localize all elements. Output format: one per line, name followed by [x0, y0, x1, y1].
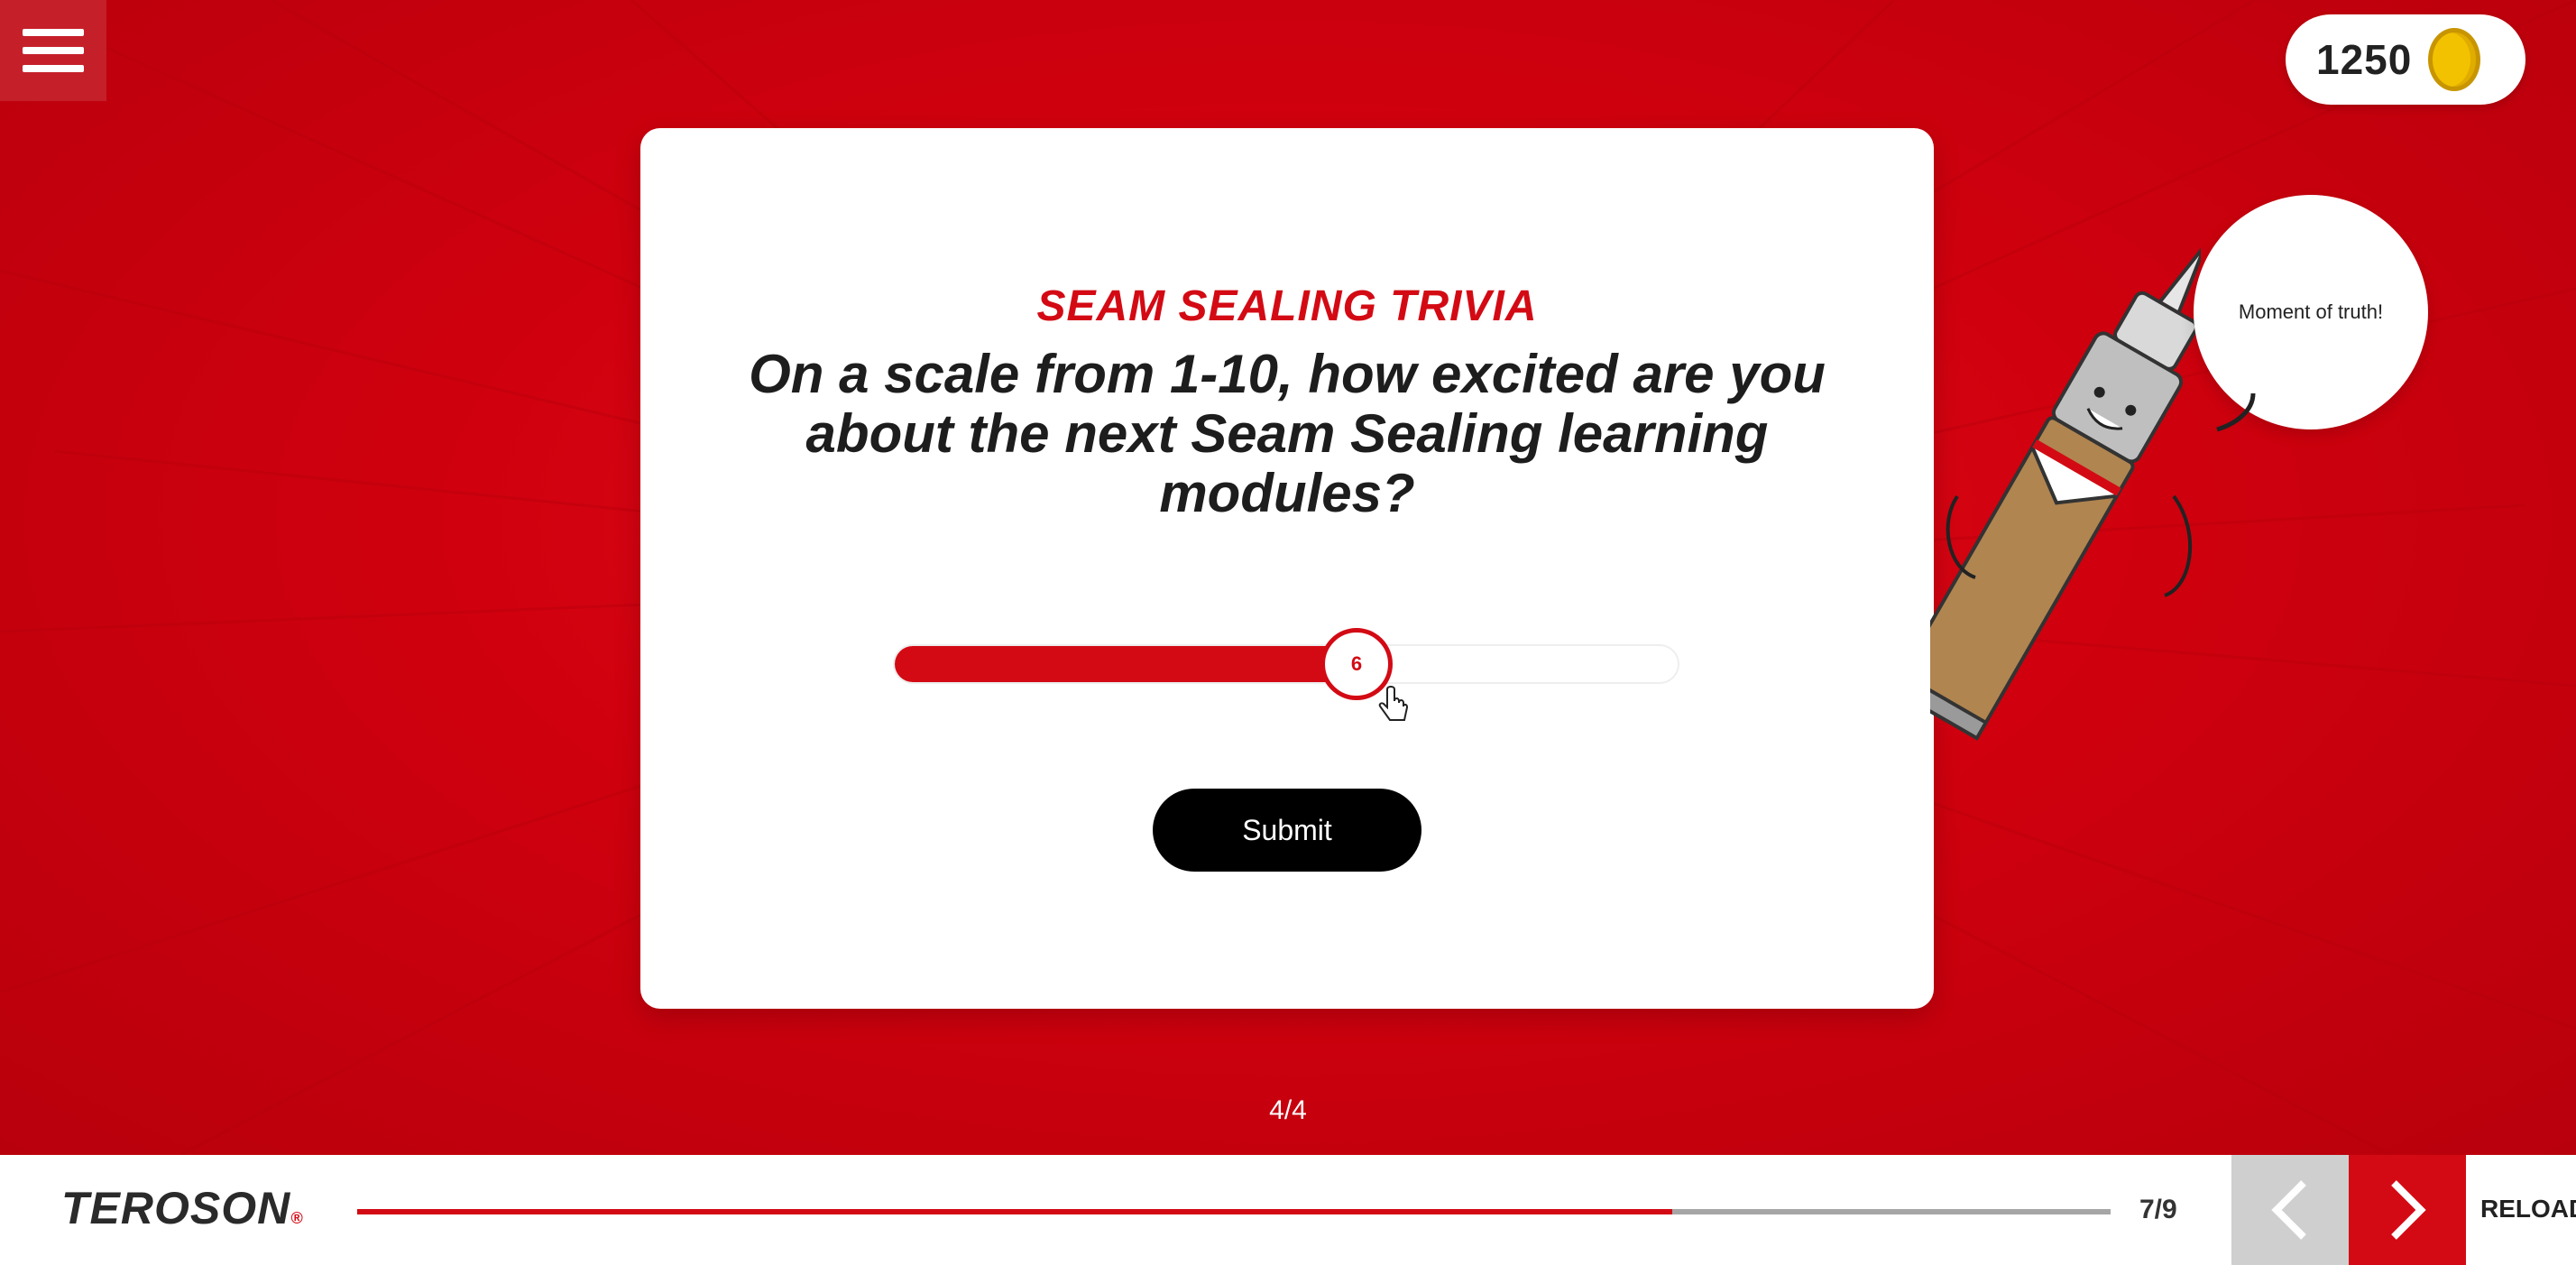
coin-icon: [2428, 28, 2481, 91]
course-progress-bar: [357, 1209, 2111, 1214]
slider-fill: [895, 646, 1357, 682]
hamburger-menu-icon-bar: [23, 47, 84, 54]
trivia-card: SEAM SEALING TRIVIA On a scale from 1-10…: [640, 128, 1934, 1009]
logo-registered-mark: ®: [290, 1209, 304, 1227]
page-indicator: 7/9: [2139, 1195, 2177, 1224]
hand-cursor-icon: [1378, 686, 1409, 721]
chevron-right-icon: [2391, 1180, 2426, 1240]
step-counter: 4/4: [1269, 1095, 1307, 1125]
rating-slider[interactable]: 6: [893, 628, 1679, 700]
submit-button[interactable]: Submit: [1153, 789, 1421, 872]
menu-button[interactable]: [0, 0, 106, 101]
previous-button[interactable]: [2231, 1155, 2349, 1265]
trivia-eyebrow: SEAM SEALING TRIVIA: [1036, 282, 1538, 330]
slider-value: 6: [1350, 652, 1363, 675]
reload-button[interactable]: RELOAD: [2480, 1195, 2576, 1223]
next-button[interactable]: [2349, 1155, 2466, 1265]
logo-text: TEROSON: [61, 1183, 291, 1233]
coin-counter: 1250: [2286, 14, 2525, 105]
speech-bubble-tail: [2216, 392, 2256, 432]
hamburger-menu-icon-bar: [23, 65, 84, 72]
hamburger-menu-icon: [23, 29, 84, 36]
mascot-speech-text: Moment of truth!: [2238, 300, 2384, 323]
coin-count: 1250: [2316, 36, 2413, 83]
trivia-question: On a scale from 1-10, how excited are yo…: [749, 344, 1826, 523]
course-progress-fill: [357, 1209, 1672, 1214]
footer-bar: TEROSON® 7/9 RELOAD: [0, 1155, 2576, 1265]
sealant-tube-mascot: [1930, 244, 2201, 741]
chevron-left-icon: [2271, 1180, 2306, 1240]
background-stage: 1250 SEAM SEALING TRIVIA On a scale from…: [0, 0, 2576, 1155]
teroson-logo: TEROSON®: [61, 1182, 304, 1234]
